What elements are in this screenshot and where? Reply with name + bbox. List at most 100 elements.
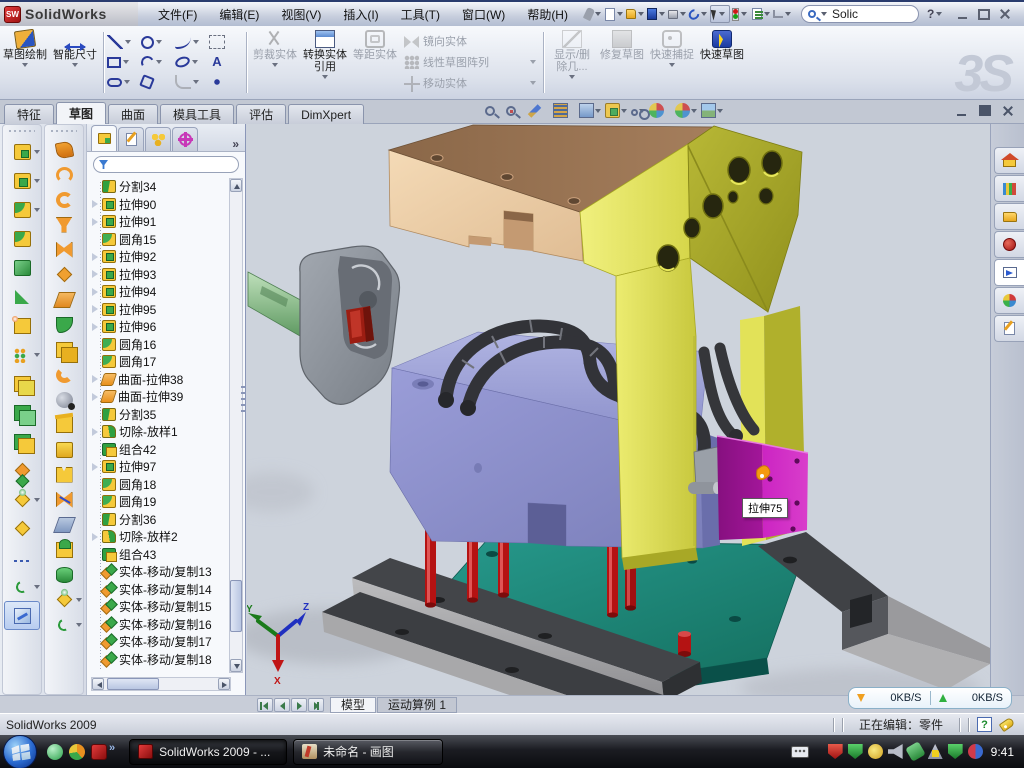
expand-arrow-icon[interactable] [91,323,99,331]
help-button[interactable]: ? [927,7,934,21]
dropdown-arrow-icon[interactable] [34,498,40,502]
model-tab[interactable]: 模型 [330,697,376,713]
dropdown-arrow-icon[interactable] [156,40,162,44]
wrap-icon[interactable] [4,311,40,340]
minimize-button[interactable] [954,7,971,22]
lofted-cut-icon[interactable] [46,237,82,262]
tree-vertical-scrollbar[interactable] [229,178,243,673]
expand-arrow-icon[interactable] [91,270,99,278]
menu-item[interactable]: 视图(V) [271,3,331,26]
zoom-selection-icon[interactable] [526,103,550,119]
offset-entities-button[interactable]: 等距实体 [350,26,400,99]
dropdown-arrow-icon[interactable] [124,80,130,84]
slot-icon[interactable] [107,72,141,92]
sketch-button[interactable]: 草图绘制 [0,26,50,99]
zoom-fit-icon[interactable] [484,105,503,117]
dropdown-arrow-icon[interactable] [785,12,791,16]
close-button[interactable] [996,7,1013,22]
scroll-left-button[interactable] [92,678,104,690]
feature-tree-item[interactable]: 实体-移动/复制16 [89,616,231,634]
feature-tree-item[interactable]: 分割35 [89,406,231,424]
featuremanager-tab[interactable] [91,125,117,151]
expand-arrow-icon[interactable] [91,200,99,208]
dropdown-arrow-icon[interactable] [76,623,82,627]
taskbar-solidworks-button[interactable]: SolidWorks 2009 - ... [129,739,287,765]
dropdown-arrow-icon[interactable] [701,12,707,16]
dropdown-arrow-icon[interactable] [72,63,78,67]
tray-messenger-icon[interactable] [968,744,983,759]
point-icon[interactable] [209,72,243,92]
dropdown-arrow-icon[interactable] [34,179,40,183]
motion-study-tab[interactable]: 运动算例 1 [377,697,457,713]
doc-minimize-button[interactable] [953,103,970,118]
feature-tree-item[interactable]: 拉伸94 [89,283,231,301]
tree-filter-input[interactable] [112,159,233,171]
cylinder-boss-icon[interactable] [46,562,82,587]
polygon-icon[interactable] [141,72,175,92]
manager-tabs-overflow[interactable]: » [232,137,239,151]
scale-icon[interactable] [46,487,82,512]
dropdown-arrow-icon[interactable] [741,12,747,16]
surface-body-icon[interactable] [46,262,82,287]
scroll-right-button[interactable] [218,678,230,690]
custom-properties-tab[interactable] [994,315,1024,342]
dropdown-arrow-icon[interactable] [34,353,40,357]
feature-tree-item[interactable]: 圆角18 [89,476,231,494]
sketch-text-icon[interactable]: A [209,52,243,72]
loft-icon[interactable] [46,187,82,212]
expand-arrow-icon[interactable] [91,288,99,296]
move-entities-button[interactable]: 移动实体 [404,74,536,92]
section-view-icon[interactable] [552,102,576,119]
feature-tree-item[interactable]: 拉伸93 [89,266,231,284]
feature-tree-item[interactable]: 拉伸95 [89,301,231,319]
first-tab-button[interactable] [257,698,273,712]
menu-item[interactable]: 文件(F) [148,3,207,26]
quick-launch-messenger-icon[interactable] [47,744,63,760]
dropdown-arrow-icon[interactable] [125,40,131,44]
trim-entities-button[interactable]: 剪裁实体 [250,26,300,99]
toolbar-grip[interactable] [51,127,77,135]
quick-launch-media-icon[interactable] [69,744,85,760]
dropdown-arrow-icon[interactable] [22,63,28,67]
appearances-tab[interactable] [994,287,1024,314]
plane-icon[interactable] [46,287,82,312]
dropdown-arrow-icon[interactable] [76,598,82,602]
boundary-icon[interactable] [46,212,82,237]
apply-scene-icon[interactable] [674,102,698,119]
dropdown-arrow-icon[interactable] [530,81,536,85]
circle-icon[interactable] [141,32,175,52]
traffic-light-icon[interactable] [731,5,751,23]
combine-icon[interactable] [4,369,40,398]
panel-splitter[interactable] [241,386,246,412]
extruded-cut-icon[interactable] [4,166,40,195]
feature-tree-item[interactable]: 分割34 [89,178,231,196]
tab-dimxpert[interactable]: DimXpert [288,104,364,124]
dropdown-arrow-icon[interactable] [34,150,40,154]
sketch-fillet-icon[interactable] [175,72,209,92]
tray-network-warning-icon[interactable] [928,744,943,759]
taskbar-paint-button[interactable]: 未命名 - 画图 [293,739,443,765]
view-orientation-icon[interactable] [578,102,602,119]
quick-launch-overflow[interactable]: » [109,742,115,754]
quick-snaps-button[interactable]: 快速捕捉 [647,26,697,99]
feature-tree-item[interactable]: 组合43 [89,546,231,564]
feature-tree-item[interactable]: 拉伸97 [89,458,231,476]
delete-body-icon[interactable] [4,514,40,543]
arc-icon[interactable] [141,52,175,72]
configurationmanager-tab[interactable] [145,127,171,151]
dropdown-arrow-icon[interactable] [34,585,40,589]
scroll-down-button[interactable] [230,659,242,672]
expand-arrow-icon[interactable] [91,375,99,383]
view-palette-tab[interactable] [994,259,1024,286]
quick-launch-solidworks-icon[interactable] [91,744,107,760]
expand-arrow-icon[interactable] [91,463,99,471]
dropdown-arrow-icon[interactable] [719,12,725,16]
solidworks-search-tab[interactable] [994,231,1024,258]
elbow-icon[interactable] [46,362,82,387]
dropdown-arrow-icon[interactable] [193,40,199,44]
dropdown-arrow-icon[interactable] [617,12,623,16]
feature-tree-item[interactable]: 曲面-拉伸38 [89,371,231,389]
feature-tree-item[interactable]: 拉伸96 [89,318,231,336]
chamfer-icon[interactable] [4,224,40,253]
tray-antivirus-red-icon[interactable] [828,744,843,759]
